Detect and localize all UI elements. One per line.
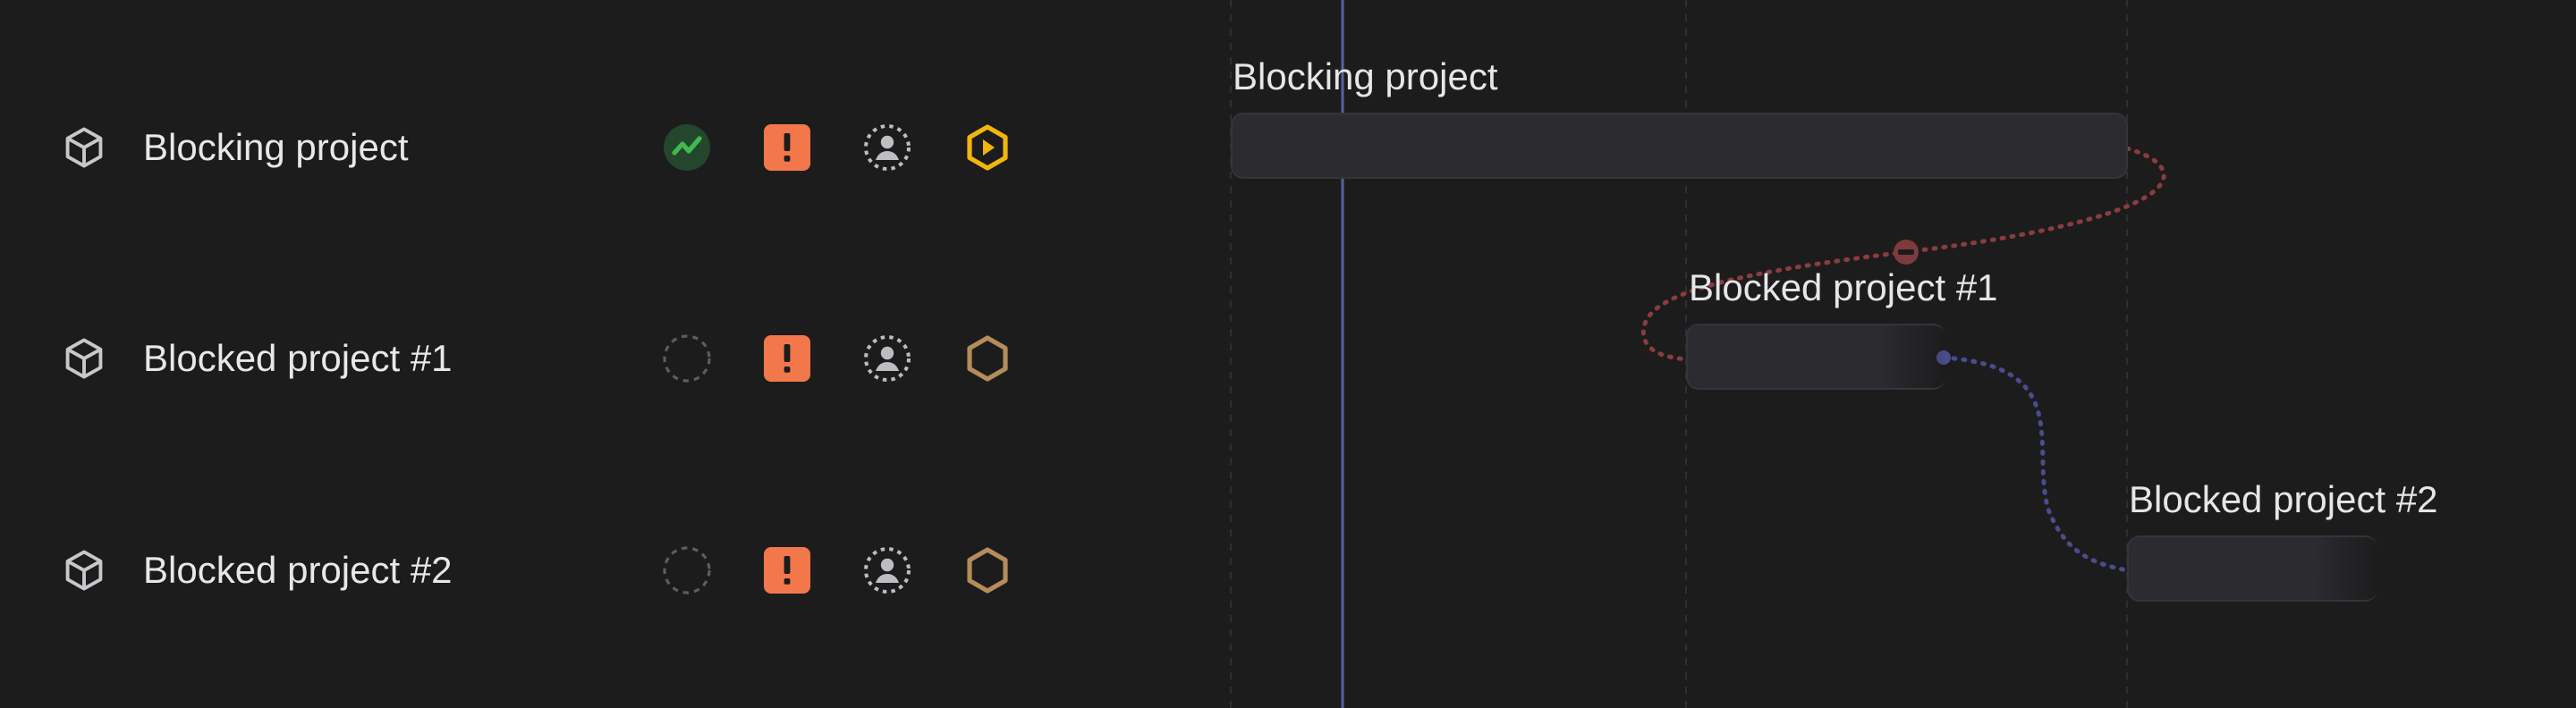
status-planned-icon[interactable] <box>961 544 1014 597</box>
lead-unassigned-icon[interactable] <box>860 332 914 385</box>
cube-icon <box>65 338 103 379</box>
relation-link <box>1941 355 2130 573</box>
cube-icon <box>65 127 103 168</box>
priority-urgent-icon[interactable] <box>760 332 814 385</box>
priority-urgent-icon[interactable] <box>760 121 814 174</box>
timeline-bar[interactable] <box>1231 113 2128 179</box>
lead-unassigned-icon[interactable] <box>860 121 914 174</box>
project-name: Blocked project #1 <box>143 337 453 379</box>
timeline-bar-label: Blocked project #2 <box>2129 478 2438 520</box>
timeline-bar[interactable] <box>2127 535 2377 602</box>
project-row[interactable]: Blocked project #1 <box>0 305 1073 412</box>
project-name: Blocking project <box>143 126 409 168</box>
timeline-bar-label: Blocking project <box>1233 55 1498 97</box>
health-none-icon[interactable] <box>660 544 714 597</box>
blocking-icon[interactable] <box>1894 240 1919 265</box>
timeline-bar-label: Blocked project #1 <box>1689 266 1998 308</box>
project-row[interactable]: Blocked project #2 <box>0 517 1073 624</box>
project-row[interactable]: Blocking project <box>0 94 1073 201</box>
status-planned-icon[interactable] <box>961 332 1014 385</box>
priority-urgent-icon[interactable] <box>760 544 814 597</box>
cube-icon <box>65 550 103 591</box>
health-on-track-icon[interactable] <box>660 121 714 174</box>
project-name: Blocked project #2 <box>143 549 453 591</box>
health-none-icon[interactable] <box>660 332 714 385</box>
timeline-bar[interactable] <box>1686 324 1945 390</box>
status-started-icon[interactable] <box>961 121 1014 174</box>
lead-unassigned-icon[interactable] <box>860 544 914 597</box>
